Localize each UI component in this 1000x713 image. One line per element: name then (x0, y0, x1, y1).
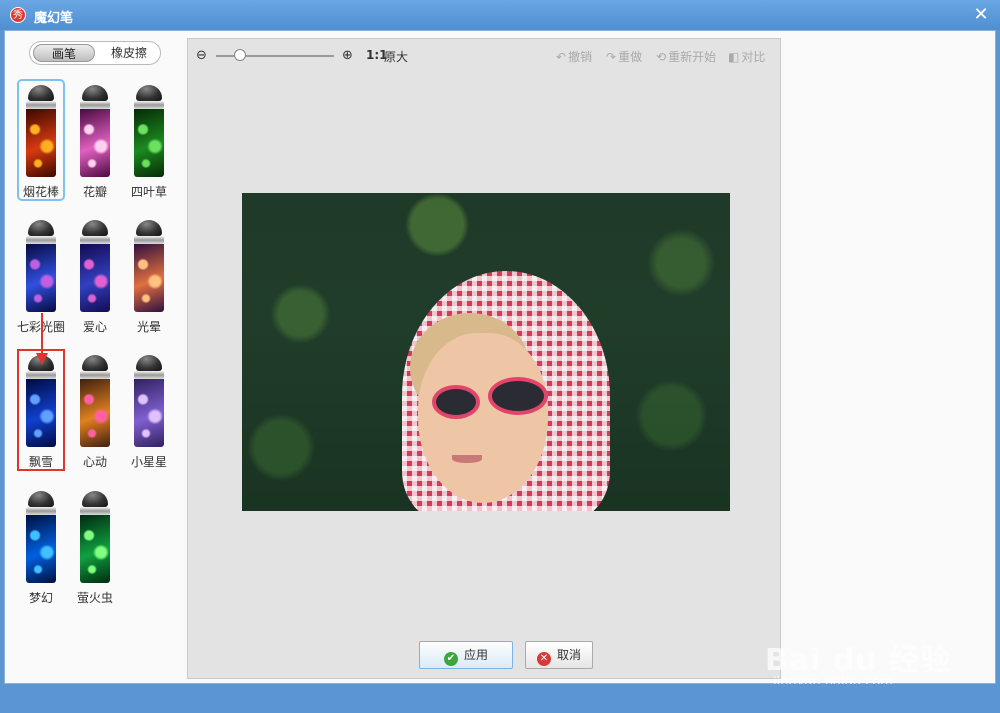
brush-item[interactable]: 心动 (71, 349, 119, 471)
brush-item[interactable]: 萤火虫 (71, 485, 119, 607)
brush-cap (82, 491, 108, 507)
compare-icon: ◧ (728, 50, 740, 64)
brush-swatch (26, 109, 56, 177)
brush-swatch (80, 379, 110, 447)
brush-label: 四叶草 (130, 185, 167, 199)
brush-item[interactable]: 四叶草 (125, 79, 173, 201)
cancel-button[interactable]: ✕ 取消 (525, 641, 593, 669)
cancel-icon: ✕ (536, 652, 551, 666)
undo-icon: ↶ (556, 50, 567, 64)
brush-swatch (80, 244, 110, 312)
close-button[interactable]: ✕ (970, 4, 992, 26)
brush-cap (136, 85, 162, 101)
brush-collar (80, 507, 110, 515)
photo-canvas[interactable] (242, 193, 730, 511)
check-icon: ✔ (443, 652, 458, 666)
brush-item[interactable]: 花瓣 (71, 79, 119, 201)
brush-collar (26, 236, 56, 244)
original-size-label[interactable]: 原大 (384, 48, 408, 65)
dialog-body: 画笔 橡皮擦 烟花棒花瓣四叶草七彩光圈爱心光晕飘雪心动小星星梦幻萤火虫 ⊖ ⊕ … (4, 30, 996, 690)
watermark: Bai du 经验 jingyan.baidu.com (765, 635, 952, 690)
zoom-slider-thumb[interactable] (233, 49, 246, 61)
restart-button[interactable]: ⟲ 重新开始 (656, 48, 716, 65)
brush-collar (134, 371, 164, 379)
brush-cap (82, 220, 108, 236)
bottom-strip (0, 684, 1000, 713)
brush-collar (134, 101, 164, 109)
zoom-in-icon[interactable]: ⊕ (342, 49, 356, 63)
brush-label: 小星星 (130, 455, 167, 469)
brush-label: 萤火虫 (76, 591, 113, 605)
brush-mode-button[interactable]: 画笔 (33, 44, 95, 62)
brush-item[interactable]: 小星星 (125, 349, 173, 471)
title-bar: 秀 魔幻笔 ✕ (0, 0, 1000, 30)
annotation-arrow (41, 313, 43, 357)
watermark-logo: Bai du 经验 (765, 643, 952, 678)
brush-collar (26, 101, 56, 109)
brush-cap (82, 85, 108, 101)
brush-swatch (26, 379, 56, 447)
brush-collar (80, 101, 110, 109)
redo-icon: ↷ (606, 50, 617, 64)
brush-collar (26, 507, 56, 515)
photo-sunglasses-left (432, 385, 480, 419)
app-icon: 秀 (10, 7, 26, 23)
brush-cap (136, 355, 162, 371)
brush-swatch (134, 109, 164, 177)
redo-button[interactable]: ↷ 重做 (606, 48, 642, 65)
brush-cap (136, 220, 162, 236)
eraser-mode-button[interactable]: 橡皮擦 (100, 44, 158, 62)
brush-swatch (134, 244, 164, 312)
brush-swatch (26, 515, 56, 583)
photo-mouth (452, 455, 482, 463)
undo-button[interactable]: ↶ 撤销 (556, 48, 592, 65)
mode-switch: 画笔 橡皮擦 (29, 41, 161, 65)
compare-button[interactable]: ◧ 对比 (728, 48, 765, 65)
brush-cap (28, 85, 54, 101)
brush-swatch (134, 379, 164, 447)
brush-swatch (26, 244, 56, 312)
brush-item[interactable]: 爱心 (71, 214, 119, 336)
brush-collar (80, 236, 110, 244)
brush-item[interactable]: 飘雪 (17, 349, 65, 471)
brush-item[interactable]: 烟花棒 (17, 79, 65, 201)
brush-item[interactable]: 梦幻 (17, 485, 65, 607)
preview-panel: ⊖ ⊕ 1:1 原大 ↶ 撤销 ↷ 重做 ⟲ 重新开始 ◧ 对比 ✔ 应用 ✕ 取消 (187, 38, 781, 679)
photo-face (418, 333, 548, 503)
brush-cap (28, 220, 54, 236)
brush-collar (134, 236, 164, 244)
apply-button[interactable]: ✔ 应用 (419, 641, 513, 669)
annotation-arrow-head (36, 353, 48, 365)
brush-swatch (80, 515, 110, 583)
brush-cap (82, 355, 108, 371)
brush-swatch (80, 109, 110, 177)
restart-icon: ⟲ (656, 50, 667, 64)
zoom-out-icon[interactable]: ⊖ (196, 49, 210, 63)
brush-item[interactable]: 光晕 (125, 214, 173, 336)
brush-label: 光晕 (136, 320, 161, 334)
window-title: 魔幻笔 (34, 11, 74, 26)
photo-sunglasses-right (488, 377, 548, 415)
brush-cap (28, 491, 54, 507)
brush-collar (80, 371, 110, 379)
brush-collar (26, 371, 56, 379)
